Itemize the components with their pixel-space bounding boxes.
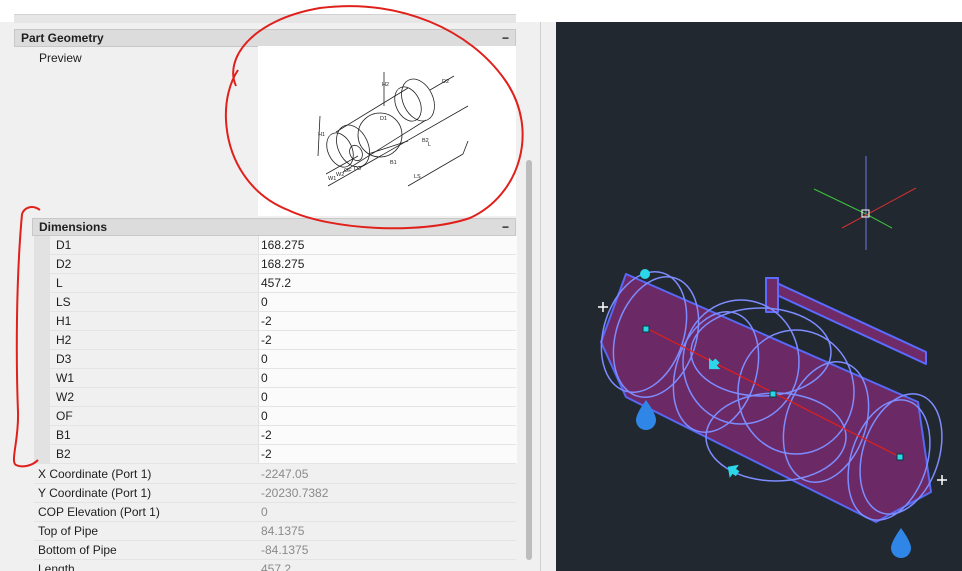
property-value[interactable]: -2 <box>261 445 272 464</box>
property-value[interactable]: -2 <box>261 331 272 350</box>
property-value[interactable]: 457.2 <box>261 274 291 293</box>
property-name: Length <box>38 562 75 571</box>
property-name: B1 <box>56 428 71 442</box>
property-name: H2 <box>56 333 72 347</box>
dimension-row-of[interactable]: OF 0 <box>50 407 516 426</box>
property-name: LS <box>56 295 71 309</box>
dimension-row-w2[interactable]: W2 0 <box>50 388 516 407</box>
property-name: OF <box>56 409 73 423</box>
dimension-row-l[interactable]: L 457.2 <box>50 274 516 293</box>
dimension-row-d3[interactable]: D3 0 <box>50 350 516 369</box>
property-row[interactable]: Bottom of Pipe -84.1375 <box>34 541 516 560</box>
property-row[interactable]: COP Elevation (Port 1) 0 <box>34 503 516 522</box>
drawing-label-ls: LS <box>414 174 421 180</box>
pane-divider <box>540 22 541 571</box>
previous-section-edge <box>14 14 516 23</box>
property-value[interactable]: 168.275 <box>261 255 304 274</box>
property-value: -20230.7382 <box>261 486 329 500</box>
section-title: Part Geometry <box>21 31 104 45</box>
property-name: D2 <box>56 257 72 271</box>
property-row[interactable]: Length 457.2 <box>34 560 516 571</box>
property-value: 84.1375 <box>261 524 305 538</box>
property-name: Top of Pipe <box>38 524 99 538</box>
dimension-row-b2[interactable]: B2 -2 <box>50 445 516 464</box>
property-value: 457.2 <box>261 562 292 571</box>
model-viewport[interactable] <box>556 22 962 571</box>
valve-drawing: D1 D2 L LS H1 H2 B1 B2 W1 W2 OF D3 <box>317 72 469 187</box>
collapse-icon[interactable]: − <box>502 219 509 235</box>
property-value: -2247.05 <box>261 467 309 481</box>
drop-icon[interactable] <box>891 528 911 558</box>
property-name: L <box>56 276 63 290</box>
property-name: Y Coordinate (Port 1) <box>38 486 152 500</box>
property-name: Bottom of Pipe <box>38 543 117 557</box>
part-preview: D1 D2 L LS H1 H2 B1 B2 W1 W2 OF D3 <box>258 46 516 216</box>
property-name: B2 <box>56 447 71 461</box>
property-name: D3 <box>56 352 72 366</box>
property-value[interactable]: 0 <box>261 388 268 407</box>
viewport-canvas[interactable] <box>556 22 962 571</box>
drawing-label-w2: W2 <box>336 172 344 178</box>
drawing-label-of: OF <box>344 168 352 174</box>
property-value[interactable]: 168.275 <box>261 236 304 255</box>
property-name: COP Elevation (Port 1) <box>38 505 160 519</box>
property-value[interactable]: 0 <box>261 369 268 388</box>
property-value[interactable]: -2 <box>261 312 272 331</box>
drawing-label-w1: W1 <box>328 176 336 182</box>
drawing-label-h1: H1 <box>318 132 325 138</box>
drawing-label-h2: H2 <box>382 82 389 88</box>
flow-arrow-icon[interactable] <box>723 460 742 480</box>
property-value[interactable]: 0 <box>261 407 268 426</box>
dimension-row-h1[interactable]: H1 -2 <box>50 312 516 331</box>
property-value[interactable]: 0 <box>261 293 268 312</box>
section-title: Dimensions <box>39 220 108 234</box>
grip-icon[interactable] <box>769 390 777 398</box>
property-name: X Coordinate (Port 1) <box>38 467 152 481</box>
dimension-row-h2[interactable]: H2 -2 <box>50 331 516 350</box>
section-header-dimensions[interactable]: Dimensions − <box>32 218 516 236</box>
drawing-label-d2: D2 <box>442 79 449 85</box>
dimension-indent-band <box>34 236 50 464</box>
drawing-label-b2: B2 <box>422 138 429 144</box>
properties-palette: Part Geometry − Preview D1 D2 L LS H1 H2… <box>0 0 556 571</box>
preview-label: Preview <box>39 51 82 65</box>
dimension-row-ls[interactable]: LS 0 <box>50 293 516 312</box>
section-header-part-geometry[interactable]: Part Geometry − <box>14 29 516 47</box>
property-value[interactable]: -2 <box>261 426 272 445</box>
plus-icon[interactable] <box>937 475 947 485</box>
drawing-label-d1: D1 <box>380 116 387 122</box>
property-row[interactable]: Top of Pipe 84.1375 <box>34 522 516 541</box>
grip-icon[interactable] <box>642 325 650 333</box>
grip-icon[interactable] <box>896 453 904 461</box>
scrollbar-thumb[interactable] <box>526 160 532 560</box>
property-name: W2 <box>56 390 74 404</box>
property-row[interactable]: Y Coordinate (Port 1) -20230.7382 <box>34 484 516 503</box>
dimension-row-d2[interactable]: D2 168.275 <box>50 255 516 274</box>
property-value: -84.1375 <box>261 543 309 557</box>
dimension-row-d1[interactable]: D1 168.275 <box>50 236 516 255</box>
property-name: H1 <box>56 314 72 328</box>
property-name: W1 <box>56 371 74 385</box>
property-name: D1 <box>56 238 72 252</box>
grip-icon[interactable] <box>640 269 650 279</box>
plus-icon[interactable] <box>598 302 608 312</box>
dimension-row-b1[interactable]: B1 -2 <box>50 426 516 445</box>
property-value[interactable]: 0 <box>261 350 268 369</box>
top-strip <box>0 0 556 23</box>
collapse-icon[interactable]: − <box>502 30 509 46</box>
drawing-label-d3: D3 <box>354 166 361 172</box>
property-row[interactable]: X Coordinate (Port 1) -2247.05 <box>34 465 516 484</box>
dimension-row-w1[interactable]: W1 0 <box>50 369 516 388</box>
crosshair-icon <box>813 156 917 250</box>
property-value: 0 <box>261 505 268 519</box>
drawing-label-b1: B1 <box>390 160 397 166</box>
